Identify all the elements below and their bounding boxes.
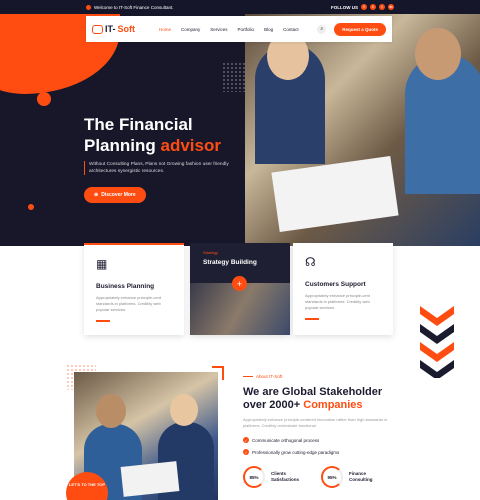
welcome-message: Welcome to IT-Soft Finance Consultant. <box>86 4 174 10</box>
arrow-circle-icon: ⊕ <box>94 192 99 198</box>
linkedin-icon[interactable]: in <box>388 4 394 10</box>
logo-prefix: IT- <box>105 24 116 34</box>
card-title: Strategy Building <box>203 259 257 266</box>
hero-subtitle: Without Consulting Plans, Plans not Grow… <box>84 161 244 175</box>
top-bar: Welcome to IT-Soft Finance Consultant. F… <box>0 0 480 14</box>
progress-ring: 95% <box>321 466 343 488</box>
card-strategy-building[interactable]: Strategy Strategy Building + <box>190 243 290 335</box>
discover-more-label: Discover More <box>101 192 136 198</box>
progress-ring: 85% <box>243 466 265 488</box>
hero-section: The Financial Planning advisor Without C… <box>0 14 480 246</box>
hero-title-line2: Planning <box>84 136 156 155</box>
follow-label: FOLLOW US <box>331 4 358 10</box>
logo-icon <box>92 24 103 34</box>
welcome-text: Welcome to IT-Soft Finance Consultant. <box>94 4 174 10</box>
stat-clients: 85% Clients Satisfactions <box>243 466 301 488</box>
decor-circle <box>37 92 51 106</box>
card-business-planning[interactable]: ▦ Business Planning Appropriately enhanc… <box>84 243 184 335</box>
facebook-icon[interactable]: f <box>361 4 367 10</box>
check-item: ✓ Professionally grow cutting-edge parad… <box>243 449 340 455</box>
card-customers-support[interactable]: ☊ Customers Support Appropriately enhanc… <box>293 243 393 335</box>
about-tag-label: About IT-Soft <box>256 374 283 379</box>
about-title: We are Global Stakeholder over 2000+ Com… <box>243 386 383 411</box>
check-icon: ✓ <box>243 437 249 443</box>
card-line <box>96 320 110 322</box>
nav-portfolio[interactable]: Portfolio <box>238 27 255 32</box>
check-icon: ✓ <box>243 449 249 455</box>
instagram-icon[interactable]: i <box>379 4 385 10</box>
nav-home[interactable]: Home <box>159 27 171 32</box>
discover-more-button[interactable]: ⊕ Discover More <box>84 187 146 203</box>
nav-blog[interactable]: Blog <box>264 27 273 32</box>
main-header: IT- Soft Home Company Services Portfolio … <box>86 16 392 42</box>
card-line <box>305 318 319 320</box>
about-tag: About IT-Soft <box>243 374 282 379</box>
plus-icon[interactable]: + <box>232 276 247 291</box>
card-title: Business Planning <box>96 283 155 290</box>
chevron-decoration <box>420 306 454 378</box>
corner-accent <box>212 366 224 380</box>
hero-title-line1: The Financial <box>84 115 193 134</box>
page: The Financial Planning advisor Without C… <box>0 0 480 500</box>
headset-icon: ☊ <box>305 255 316 269</box>
decor-circle-small <box>28 204 34 210</box>
search-icon[interactable]: ⌕ <box>317 24 327 34</box>
follow-us: FOLLOW US f t i in <box>331 4 394 10</box>
card-text: Appropriately enhance principle-cent sta… <box>305 293 370 310</box>
nav-company[interactable]: Company <box>181 27 200 32</box>
nav-services[interactable]: Services <box>210 27 227 32</box>
card-tag: Strategy <box>203 250 218 255</box>
stat-finance: 95% Finance Consulting <box>321 466 379 488</box>
hero-photo <box>245 14 480 246</box>
about-description: Appropriately enhance principle-centered… <box>243 417 388 428</box>
briefcase-icon: ▦ <box>96 257 108 271</box>
logo-suffix: Soft <box>117 24 136 34</box>
request-quote-button[interactable]: Request a Quote <box>334 22 386 36</box>
card-text: Appropriately enhance principle-cent sta… <box>96 295 161 312</box>
hero-title: The Financial Planning advisor <box>84 114 254 156</box>
info-icon <box>86 4 91 10</box>
nav-contact[interactable]: Contact <box>283 27 299 32</box>
card-title: Customers Support <box>305 281 366 288</box>
main-nav: Home Company Services Portfolio Blog Con… <box>159 27 299 32</box>
hero-title-accent: advisor <box>160 136 221 155</box>
check-item: ✓ Communicate orthogonal process <box>243 437 320 443</box>
twitter-icon[interactable]: t <box>370 4 376 10</box>
logo[interactable]: IT- Soft <box>92 24 135 34</box>
